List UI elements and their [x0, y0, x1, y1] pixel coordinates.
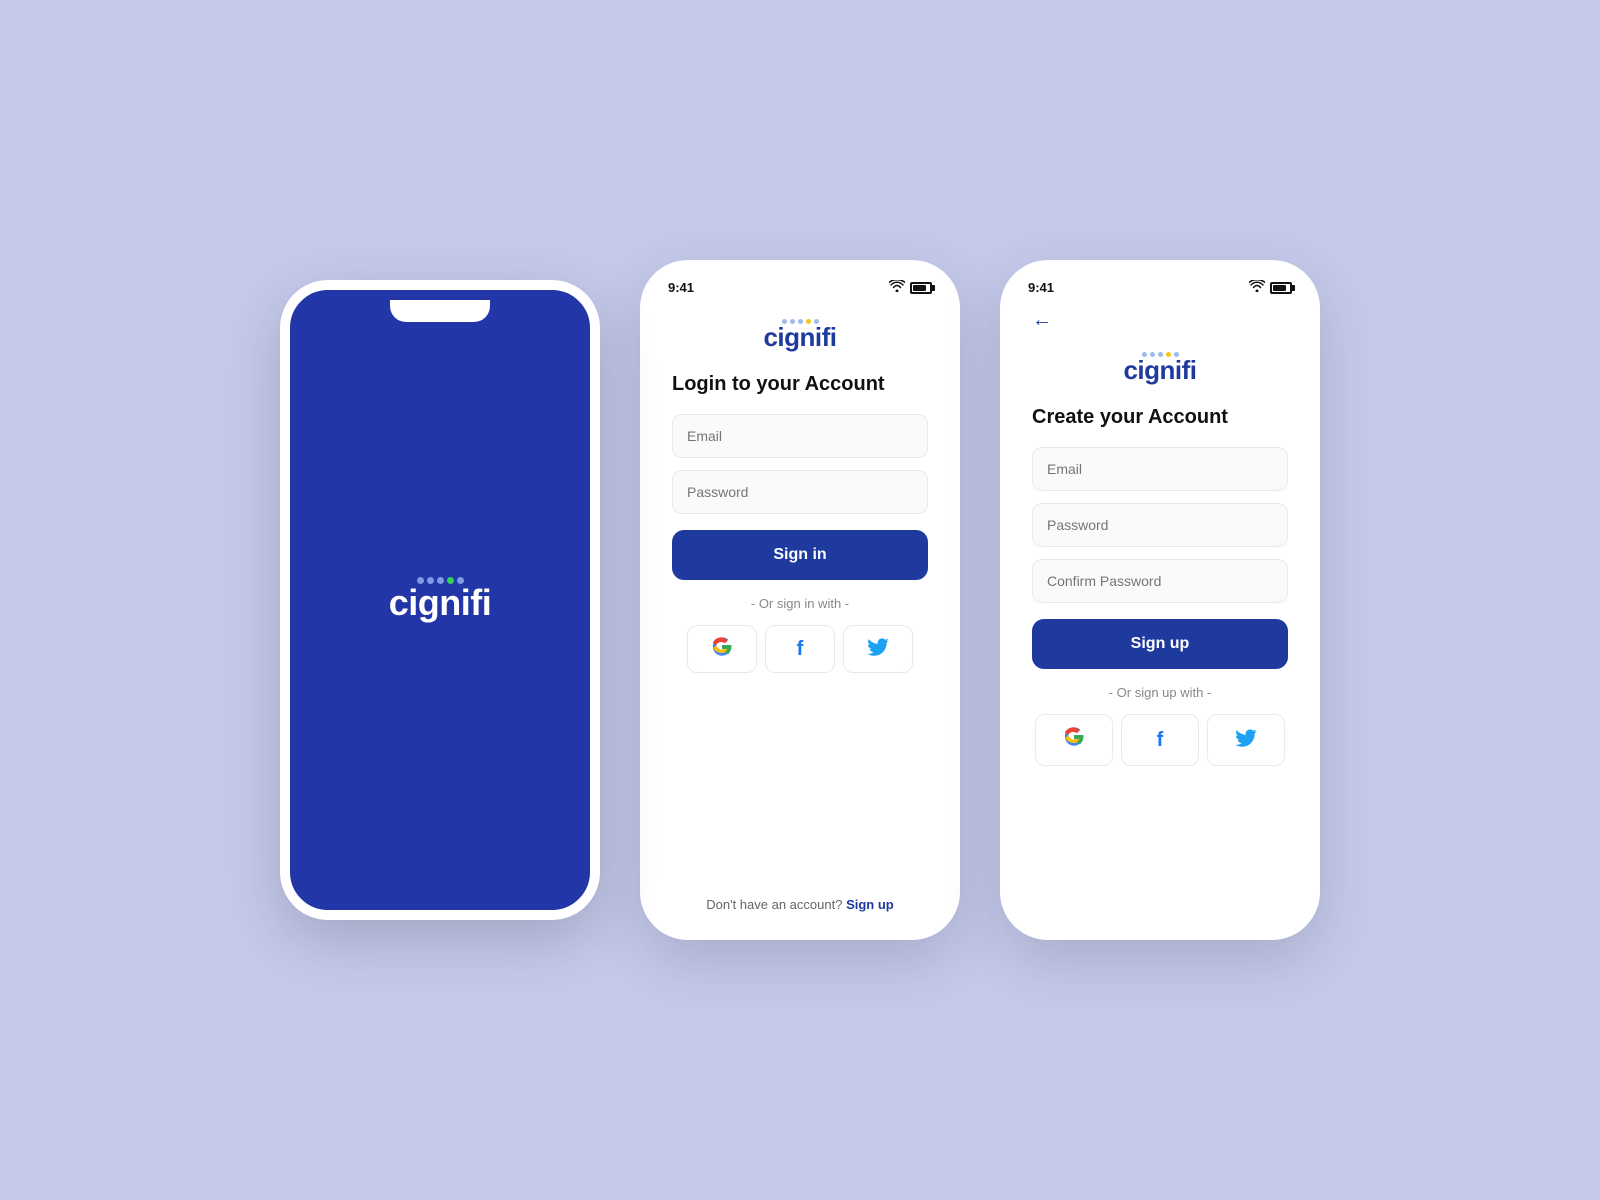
signup-google-button[interactable] [1035, 714, 1113, 766]
wifi-icon [889, 280, 905, 295]
signup-logo-container: cignifi [1032, 352, 1288, 386]
signup-password-input[interactable] [1032, 503, 1288, 547]
facebook-icon-2: f [1157, 729, 1164, 752]
google-icon-2 [1063, 726, 1085, 754]
login-password-input[interactable] [672, 470, 928, 514]
sign-up-button[interactable]: Sign up [1032, 619, 1288, 669]
signup-confirm-password-input[interactable] [1032, 559, 1288, 603]
login-time: 9:41 [668, 280, 694, 295]
splash-logo: cignifi [389, 577, 492, 624]
sign-in-button[interactable]: Sign in [672, 530, 928, 580]
twitter-icon [867, 638, 889, 661]
login-status-icons [889, 280, 932, 295]
login-logo-text: cignifi [763, 322, 836, 353]
login-twitter-button[interactable] [843, 625, 913, 673]
login-logo-container: cignifi [672, 319, 928, 353]
login-body: cignifi Login to your Account Sign in - … [648, 299, 952, 932]
battery-icon-2 [1270, 282, 1292, 294]
login-status-bar: 9:41 [648, 268, 952, 299]
login-footer-static: Don't have an account? [706, 897, 842, 912]
login-phone: 9:41 [640, 260, 960, 940]
signup-logo-text: cignifi [1123, 355, 1196, 386]
notch [390, 300, 490, 322]
google-icon [711, 636, 733, 663]
login-signup-link[interactable]: Sign up [846, 897, 894, 912]
dot-2 [427, 577, 434, 584]
dot-3 [437, 577, 444, 584]
signup-body: ← cignifi Create your Account Sign up - … [1008, 299, 1312, 932]
login-logo: cignifi [763, 319, 836, 353]
login-title: Login to your Account [672, 373, 928, 396]
signup-twitter-button[interactable] [1207, 714, 1285, 766]
login-footer: Don't have an account? Sign up [672, 887, 928, 912]
signup-email-input[interactable] [1032, 447, 1288, 491]
twitter-icon-2 [1235, 729, 1257, 752]
signup-logo: cignifi [1123, 352, 1196, 386]
signup-phone: 9:41 ← [1000, 260, 1320, 940]
battery-icon [910, 282, 932, 294]
dot-5 [457, 577, 464, 584]
dot-1 [417, 577, 424, 584]
signup-social-row: f [1032, 714, 1288, 766]
back-button[interactable]: ← [1032, 309, 1288, 332]
login-facebook-button[interactable]: f [765, 625, 835, 673]
login-google-button[interactable] [687, 625, 757, 673]
facebook-icon: f [797, 638, 804, 661]
signup-facebook-button[interactable]: f [1121, 714, 1199, 766]
login-social-row: f [672, 625, 928, 673]
signup-title: Create your Account [1032, 406, 1288, 429]
login-email-input[interactable] [672, 414, 928, 458]
signup-time: 9:41 [1028, 280, 1054, 295]
wifi-icon-2 [1249, 280, 1265, 295]
signup-status-bar: 9:41 [1008, 268, 1312, 299]
splash-logo-text: cignifi [389, 582, 492, 624]
login-or-divider: - Or sign in with - [672, 596, 928, 611]
signup-or-divider: - Or sign up with - [1032, 685, 1288, 700]
signup-status-icons [1249, 280, 1292, 295]
splash-phone: cignifi [280, 280, 600, 920]
